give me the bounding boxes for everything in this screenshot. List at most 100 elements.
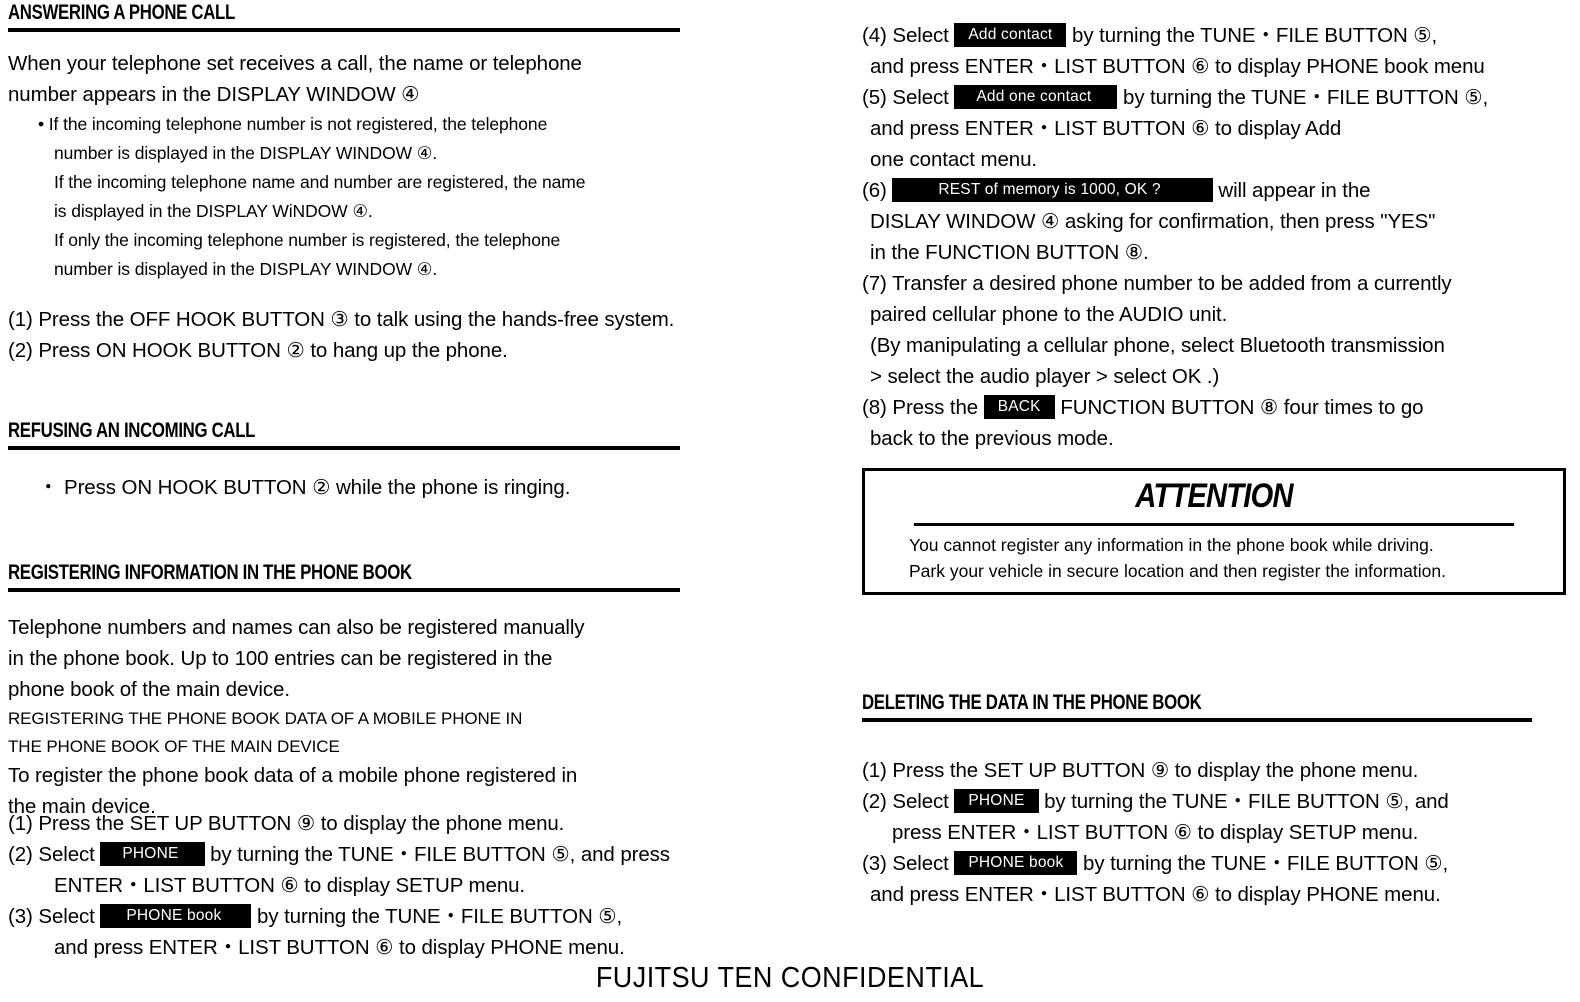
bullet-line: number is displayed in the DISPLAY WINDO… <box>54 143 438 163</box>
step-marker: (2) <box>8 843 33 866</box>
text-line: THE PHONE BOOK OF THE MAIN DEVICE <box>8 737 340 756</box>
heading-rule <box>8 446 680 450</box>
answering-steps: (1) Press the OFF HOOK BUTTON ③ to talk … <box>8 304 674 366</box>
step-prefix: Press the <box>892 396 979 419</box>
bullet-line: • If the incoming telephone number is no… <box>38 114 548 134</box>
step-marker: (7) <box>862 272 887 295</box>
section-answering-a-phone-call: ANSWERING A PHONE CALL <box>8 0 680 32</box>
heading-refusing-an-incoming-call: REFUSING AN INCOMING CALL <box>8 419 256 442</box>
text-line: When your telephone set receives a call,… <box>8 52 582 75</box>
text-line: in the phone book. Up to 100 entries can… <box>8 647 553 670</box>
step-line: (3) Select PHONE book by turning the TUN… <box>8 901 670 932</box>
deleting-steps: (1) Press the SET UP BUTTON ⑨ to display… <box>862 755 1449 910</box>
step-line: (1) Press the SET UP BUTTON ⑨ to display… <box>8 812 565 835</box>
step-line: press ENTER・LIST BUTTON ⑥ to display SET… <box>892 821 1419 844</box>
text-line: You cannot register any information in t… <box>909 535 1434 555</box>
step-line: (2) Select PHONE by turning the TUNE・FIL… <box>862 786 1449 817</box>
step-prefix: Select <box>38 905 95 928</box>
step-line: (7) Transfer a desired phone number to b… <box>862 268 1488 299</box>
text-line: Park your vehicle in secure location and… <box>909 561 1446 581</box>
registering-subtitle: REGISTERING THE PHONE BOOK DATA OF A MOB… <box>8 705 522 761</box>
step-text: Transfer a desired phone number to be ad… <box>892 272 1452 295</box>
step-line: (1) Press the SET UP BUTTON ⑨ to display… <box>862 759 1419 782</box>
step-suffix: by turning the TUNE・FILE BUTTON ⑤, <box>1083 852 1449 875</box>
step-line: (6) REST of memory is 1000, OK ? will ap… <box>862 175 1488 206</box>
step-line: (2) Select PHONE by turning the TUNE・FIL… <box>8 839 670 870</box>
step-line: (By manipulating a cellular phone, selec… <box>870 334 1445 357</box>
heading-rule <box>8 588 680 592</box>
bullet-line: If the incoming telephone name and numbe… <box>54 172 586 192</box>
footer-confidential-notice: FUJITSU TEN CONFIDENTIAL <box>595 962 985 994</box>
step-marker: (3) <box>862 852 887 875</box>
step-suffix: by turning the TUNE・FILE BUTTON ⑤, <box>257 905 623 928</box>
step-line: DISLAY WINDOW ④ asking for confirmation,… <box>870 210 1436 233</box>
lcd-badge-add-one-contact[interactable]: Add one contact <box>954 85 1118 109</box>
lcd-badge-rest-of-memory[interactable]: REST of memory is 1000, OK ? <box>892 178 1213 202</box>
step-marker: (3) <box>8 905 33 928</box>
step-marker: (5) <box>862 86 887 109</box>
heading-answering-a-phone-call: ANSWERING A PHONE CALL <box>8 1 235 24</box>
step-marker: (2) <box>862 790 887 813</box>
lcd-badge-phone[interactable]: PHONE <box>954 789 1039 813</box>
step-prefix: Select <box>892 24 949 47</box>
step-line: (1) Press the OFF HOOK BUTTON ③ to talk … <box>8 308 675 331</box>
lcd-badge-phone[interactable]: PHONE <box>100 842 205 866</box>
step-line: one contact menu. <box>870 148 1037 171</box>
text-line: number appears in the DISPLAY WINDOW ④ <box>8 83 420 106</box>
step-line: ENTER・LIST BUTTON ⑥ to display SETUP men… <box>54 874 526 897</box>
step-suffix: FUNCTION BUTTON ⑧ four times to go <box>1060 396 1424 419</box>
step-prefix: Select <box>38 843 95 866</box>
step-line: and press ENTER・LIST BUTTON ⑥ to display… <box>870 55 1485 78</box>
step-line: and press ENTER・LIST BUTTON ⑥ to display… <box>54 936 625 959</box>
text-line: REGISTERING THE PHONE BOOK DATA OF A MOB… <box>8 709 523 728</box>
step-suffix: by turning the TUNE・FILE BUTTON ⑤, and p… <box>210 843 670 866</box>
answering-intro-text: When your telephone set receives a call,… <box>8 48 582 110</box>
step-line: paired cellular phone to the AUDIO unit. <box>870 303 1228 326</box>
step-suffix: by turning the TUNE・FILE BUTTON ⑤, <box>1123 86 1489 109</box>
step-marker: (8) <box>862 396 887 419</box>
step-suffix: by turning the TUNE・FILE BUTTON ⑤, <box>1072 24 1438 47</box>
step-prefix: Select <box>892 790 949 813</box>
attention-box: ATTENTION You cannot register any inform… <box>862 468 1566 595</box>
bullet-line: ・ Press ON HOOK BUTTON ② while the phone… <box>38 476 571 499</box>
step-line: and press ENTER・LIST BUTTON ⑥ to display… <box>870 883 1441 906</box>
bullet-line: If only the incoming telephone number is… <box>54 230 561 250</box>
heading-rule <box>862 718 1532 722</box>
step-line: (5) Select Add one contact by turning th… <box>862 82 1488 113</box>
step-line: (8) Press the BACK FUNCTION BUTTON ⑧ fou… <box>862 392 1488 423</box>
step-line: and press ENTER・LIST BUTTON ⑥ to display… <box>870 117 1342 140</box>
heading-rule <box>8 28 680 32</box>
lcd-badge-back[interactable]: BACK <box>983 395 1055 419</box>
heading-registering-information: REGISTERING INFORMATION IN THE PHONE BOO… <box>8 561 412 584</box>
section-registering-information: REGISTERING INFORMATION IN THE PHONE BOO… <box>8 560 680 592</box>
step-prefix: Select <box>892 852 949 875</box>
document-page: ANSWERING A PHONE CALL When your telepho… <box>0 0 1580 1002</box>
text-line: phone book of the main device. <box>8 678 290 701</box>
step-line: (2) Press ON HOOK BUTTON ② to hang up th… <box>8 339 508 362</box>
text-line: Telephone numbers and names can also be … <box>8 616 585 639</box>
step-line: (4) Select Add contact by turning the TU… <box>862 20 1488 51</box>
refusing-bullet: ・ Press ON HOOK BUTTON ② while the phone… <box>8 472 570 503</box>
step-marker: (4) <box>862 24 887 47</box>
step-line: (3) Select PHONE book by turning the TUN… <box>862 848 1449 879</box>
step-marker: (6) <box>862 179 887 202</box>
lcd-badge-phone-book[interactable]: PHONE book <box>100 904 252 928</box>
step-suffix: will appear in the <box>1218 179 1371 202</box>
text-line: To register the phone book data of a mob… <box>8 764 578 787</box>
right-steps-group: (4) Select Add contact by turning the TU… <box>862 20 1488 454</box>
bullet-line: number is displayed in the DISPLAY WINDO… <box>54 259 438 279</box>
section-refusing-an-incoming-call: REFUSING AN INCOMING CALL <box>8 418 680 450</box>
step-line: in the FUNCTION BUTTON ⑧. <box>870 241 1149 264</box>
left-column: ANSWERING A PHONE CALL When your telepho… <box>8 0 868 959</box>
attention-title: ATTENTION <box>913 471 1515 526</box>
step-line: back to the previous mode. <box>870 427 1114 450</box>
lcd-badge-phone-book[interactable]: PHONE book <box>954 851 1078 875</box>
answering-bullet-list: • If the incoming telephone number is no… <box>8 110 585 284</box>
lcd-badge-add-contact[interactable]: Add contact <box>954 23 1067 47</box>
registering-steps: (1) Press the SET UP BUTTON ⑨ to display… <box>8 808 670 963</box>
heading-deleting-the-data: DELETING THE DATA IN THE PHONE BOOK <box>862 691 1202 714</box>
bullet-line: is displayed in the DISPLAY WiNDOW ④. <box>54 201 373 221</box>
step-line: > select the audio player > select OK .) <box>870 365 1220 388</box>
step-suffix: by turning the TUNE・FILE BUTTON ⑤, and <box>1044 790 1449 813</box>
step-prefix: Select <box>892 86 949 109</box>
